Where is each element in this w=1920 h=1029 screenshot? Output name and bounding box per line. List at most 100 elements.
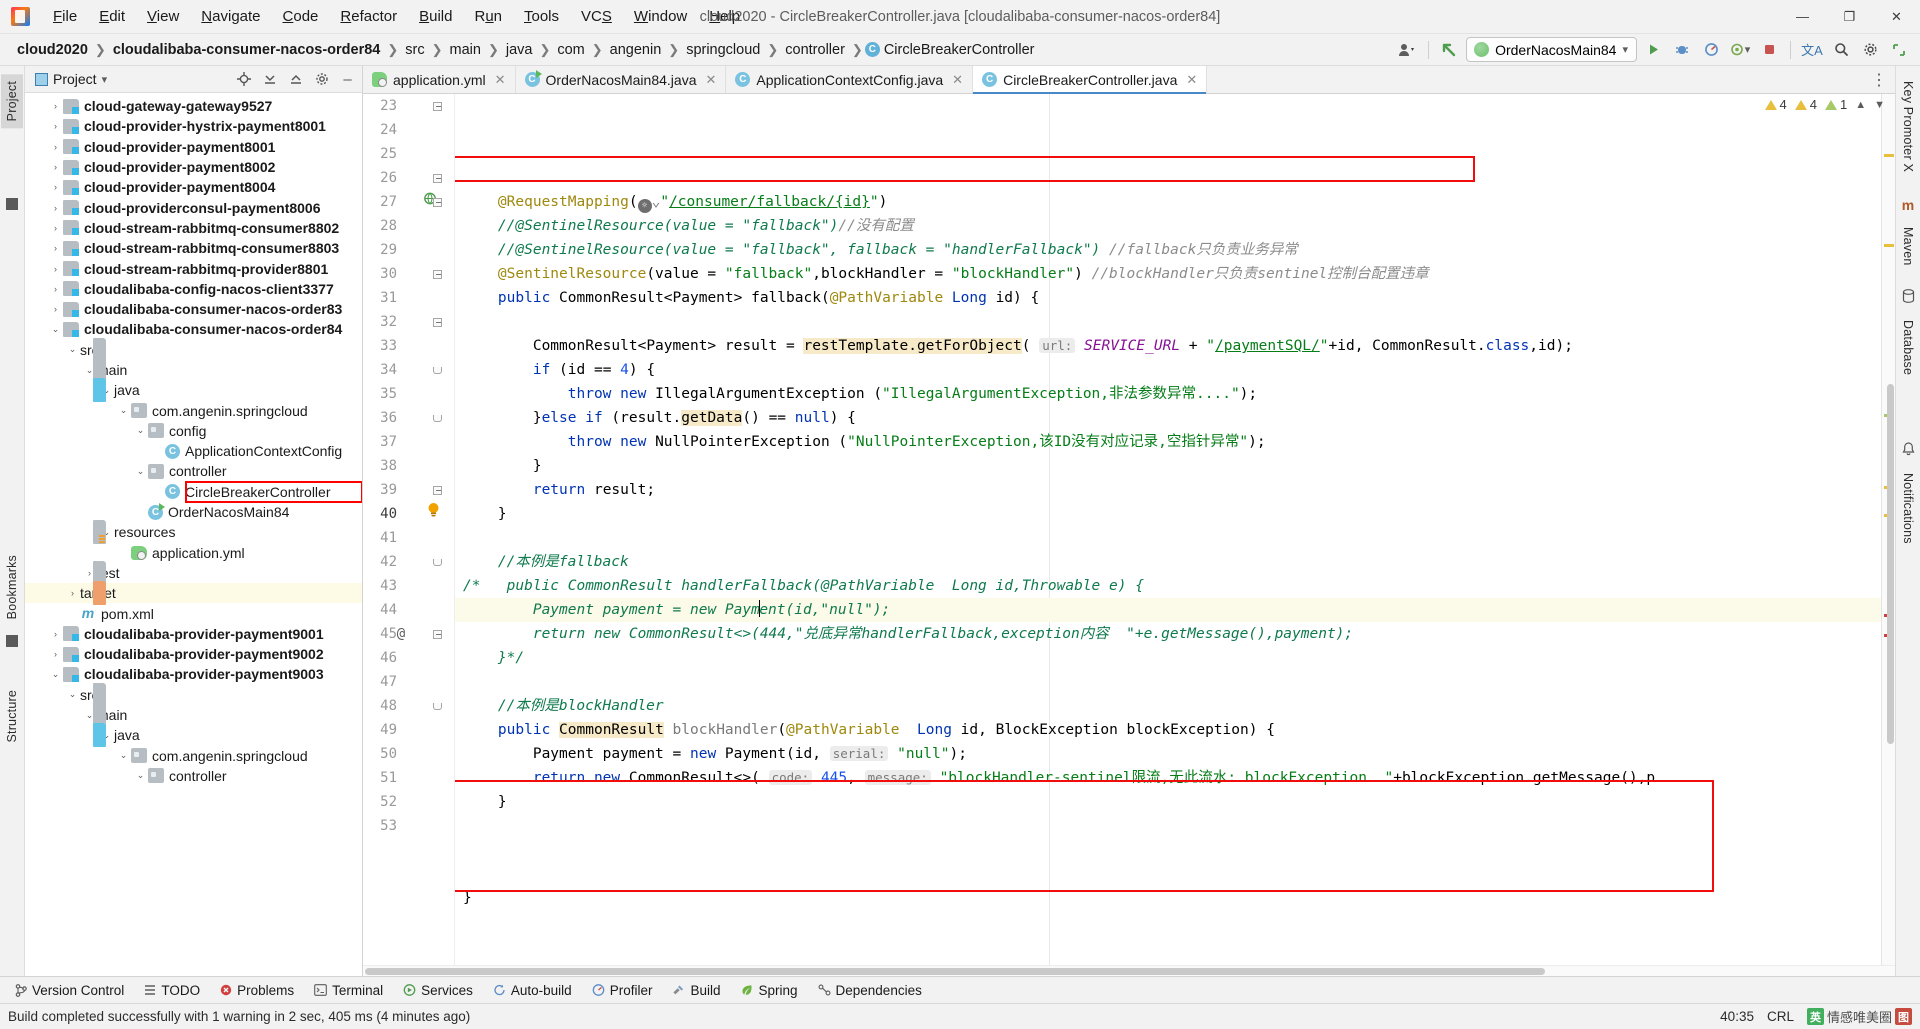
tree-item[interactable]: ⌄ src: [25, 337, 362, 362]
code-line[interactable]: throw new NullPointerException ("NullPoi…: [455, 430, 1881, 454]
breadcrumb-main[interactable]: main: [445, 40, 486, 60]
tree-item[interactable]: › cloud-provider-payment8004: [25, 177, 362, 197]
sidebar-item-key-promoter-x[interactable]: Key Promoter X: [1897, 74, 1919, 179]
tree-item[interactable]: ›target: [25, 581, 362, 606]
tree-item[interactable]: ⌄ resources: [25, 520, 362, 545]
menu-edit[interactable]: Edit: [88, 4, 136, 29]
minimize-button[interactable]: —: [1779, 0, 1826, 34]
menu-window[interactable]: Window: [623, 4, 698, 29]
close-icon[interactable]: ✕: [1186, 72, 1197, 88]
tree-item[interactable]: ⌄ config: [25, 421, 362, 441]
inspection-strip[interactable]: [1881, 94, 1895, 965]
sidebar-item-bookmarks[interactable]: Bookmarks: [1, 548, 23, 626]
warning-count-2[interactable]: 4: [1794, 97, 1817, 112]
code-line[interactable]: //本例是blockHandler: [455, 694, 1881, 718]
code-line[interactable]: CommonResult<Payment> result = restTempl…: [455, 334, 1881, 358]
settings-gear-icon[interactable]: [311, 69, 332, 90]
run-configuration-selector[interactable]: OrderNacosMain84 ▾: [1466, 37, 1637, 62]
maximize-button[interactable]: ❐: [1826, 0, 1873, 34]
code-folding-toggle[interactable]: [431, 190, 444, 214]
locate-icon[interactable]: [233, 69, 254, 90]
breadcrumb-java[interactable]: java: [501, 40, 538, 60]
chevron-down-icon[interactable]: ▾: [102, 73, 108, 86]
lightbulb-icon[interactable]: [421, 502, 445, 526]
chevron-down-icon[interactable]: ⌄: [133, 770, 148, 781]
menu-view[interactable]: View: [136, 4, 190, 29]
line-separator[interactable]: CRL: [1767, 1009, 1794, 1024]
code-folding-toggle[interactable]: [431, 262, 444, 286]
caret-position[interactable]: 40:35: [1720, 1009, 1754, 1024]
tool-terminal[interactable]: Terminal: [305, 980, 392, 1001]
collapse-all-icon[interactable]: [285, 69, 306, 90]
code-line[interactable]: }*/: [455, 646, 1881, 670]
tool-spring[interactable]: Spring: [731, 980, 806, 1001]
tree-item[interactable]: › cloud-providerconsul-payment8006: [25, 197, 362, 217]
code-line[interactable]: throw new IllegalArgumentException ("Ill…: [455, 382, 1881, 406]
hide-panel-icon[interactable]: –: [337, 69, 358, 90]
code-folding-toggle[interactable]: [431, 622, 444, 646]
tool-profiler[interactable]: Profiler: [583, 980, 662, 1001]
tool-todo[interactable]: TODO: [135, 980, 209, 1001]
sidebar-item-notifications[interactable]: Notifications: [1897, 466, 1919, 551]
tree-item[interactable]: › cloudalibaba-consumer-nacos-order83: [25, 299, 362, 319]
back-arrow-icon[interactable]: [1437, 38, 1463, 62]
menu-tools[interactable]: Tools: [513, 4, 570, 29]
breadcrumb-springcloud[interactable]: springcloud: [681, 40, 765, 60]
tree-item[interactable]: › cloud-provider-hystrix-payment8001: [25, 116, 362, 136]
chevron-down-icon[interactable]: ⌄: [65, 344, 80, 355]
tree-item[interactable]: ⌄ com.angenin.springcloud: [25, 400, 362, 420]
code-line[interactable]: }else if (result.getData() == null) {: [455, 406, 1881, 430]
tree-item[interactable]: › cloudalibaba-provider-payment9001: [25, 624, 362, 644]
tree-item[interactable]: ⌄ cloudalibaba-consumer-nacos-order84: [25, 319, 362, 339]
code-folding-toggle[interactable]: [431, 478, 444, 502]
tree-item[interactable]: › cloud-stream-rabbitmq-consumer8802: [25, 218, 362, 238]
code-line[interactable]: Payment payment = new Payment(id,"null")…: [455, 598, 1881, 622]
chevron-right-icon[interactable]: ›: [48, 304, 63, 314]
code-line[interactable]: [455, 670, 1881, 694]
code-line[interactable]: [455, 910, 1881, 934]
tree-item[interactable]: ›CApplicationContextConfig: [25, 441, 362, 461]
chevron-right-icon[interactable]: ›: [48, 629, 63, 639]
override-marker[interactable]: @: [389, 622, 413, 646]
chevron-right-icon[interactable]: ›: [48, 243, 63, 253]
tree-item[interactable]: ›application.yml: [25, 543, 362, 563]
code-line[interactable]: return new CommonResult<>( code: 445, me…: [455, 766, 1881, 790]
tree-item[interactable]: ⌄ main: [25, 358, 362, 382]
tab-applicationcontextconfig[interactable]: C ApplicationContextConfig.java ✕: [726, 66, 974, 93]
close-icon[interactable]: ✕: [952, 72, 963, 88]
profile-button[interactable]: [1698, 38, 1724, 62]
tree-item[interactable]: ⌄ controller: [25, 461, 362, 481]
menu-code[interactable]: Code: [272, 4, 330, 29]
chevron-right-icon[interactable]: ›: [48, 121, 63, 131]
code-editor[interactable]: 4 4 1 ▲ ▼ 23 24 25 26 27 28 29 30 31 32 33 34 35 36 37…: [363, 94, 1895, 965]
tree-item[interactable]: ›COrderNacosMain84: [25, 502, 362, 522]
code-line[interactable]: if (id == 4) {: [455, 358, 1881, 382]
code-line[interactable]: [455, 862, 1881, 886]
expand-icon[interactable]: [1886, 38, 1912, 62]
settings-gear-icon[interactable]: [1857, 38, 1883, 62]
vertical-scrollbar[interactable]: [1885, 94, 1895, 965]
tool-dependencies[interactable]: Dependencies: [809, 980, 931, 1001]
tree-item[interactable]: › cloud-gateway-gateway9527: [25, 96, 362, 116]
chevron-right-icon[interactable]: ›: [48, 223, 63, 233]
tree-item[interactable]: › cloudalibaba-config-nacos-client3377: [25, 279, 362, 299]
chevron-right-icon[interactable]: ›: [48, 649, 63, 659]
chevron-down-icon[interactable]: ⌄: [133, 425, 148, 436]
chevron-right-icon[interactable]: ›: [48, 284, 63, 294]
code-line[interactable]: [455, 814, 1881, 838]
tree-item[interactable]: › test: [25, 560, 362, 585]
breadcrumb-controller[interactable]: controller: [780, 40, 850, 60]
chevron-down-icon[interactable]: ⌄: [48, 669, 63, 680]
tree-item[interactable]: › cloud-stream-rabbitmq-provider8801: [25, 258, 362, 278]
tree-item[interactable]: ⌄ cloudalibaba-provider-payment9003: [25, 664, 362, 684]
code-folding-toggle[interactable]: [431, 94, 444, 118]
chevron-right-icon[interactable]: ›: [48, 264, 63, 274]
code-folding-toggle[interactable]: [431, 550, 444, 574]
breadcrumb-cloud2020[interactable]: cloud2020: [12, 40, 93, 60]
sidebar-item-maven[interactable]: Maven: [1897, 220, 1919, 273]
stop-button[interactable]: [1756, 38, 1782, 62]
tree-item[interactable]: ⌄ java: [25, 378, 362, 403]
tab-application-yml[interactable]: application.yml ✕: [363, 66, 516, 93]
code-line[interactable]: //@SentinelResource(value = "fallback", …: [455, 238, 1881, 262]
menu-help[interactable]: Help: [698, 4, 751, 29]
